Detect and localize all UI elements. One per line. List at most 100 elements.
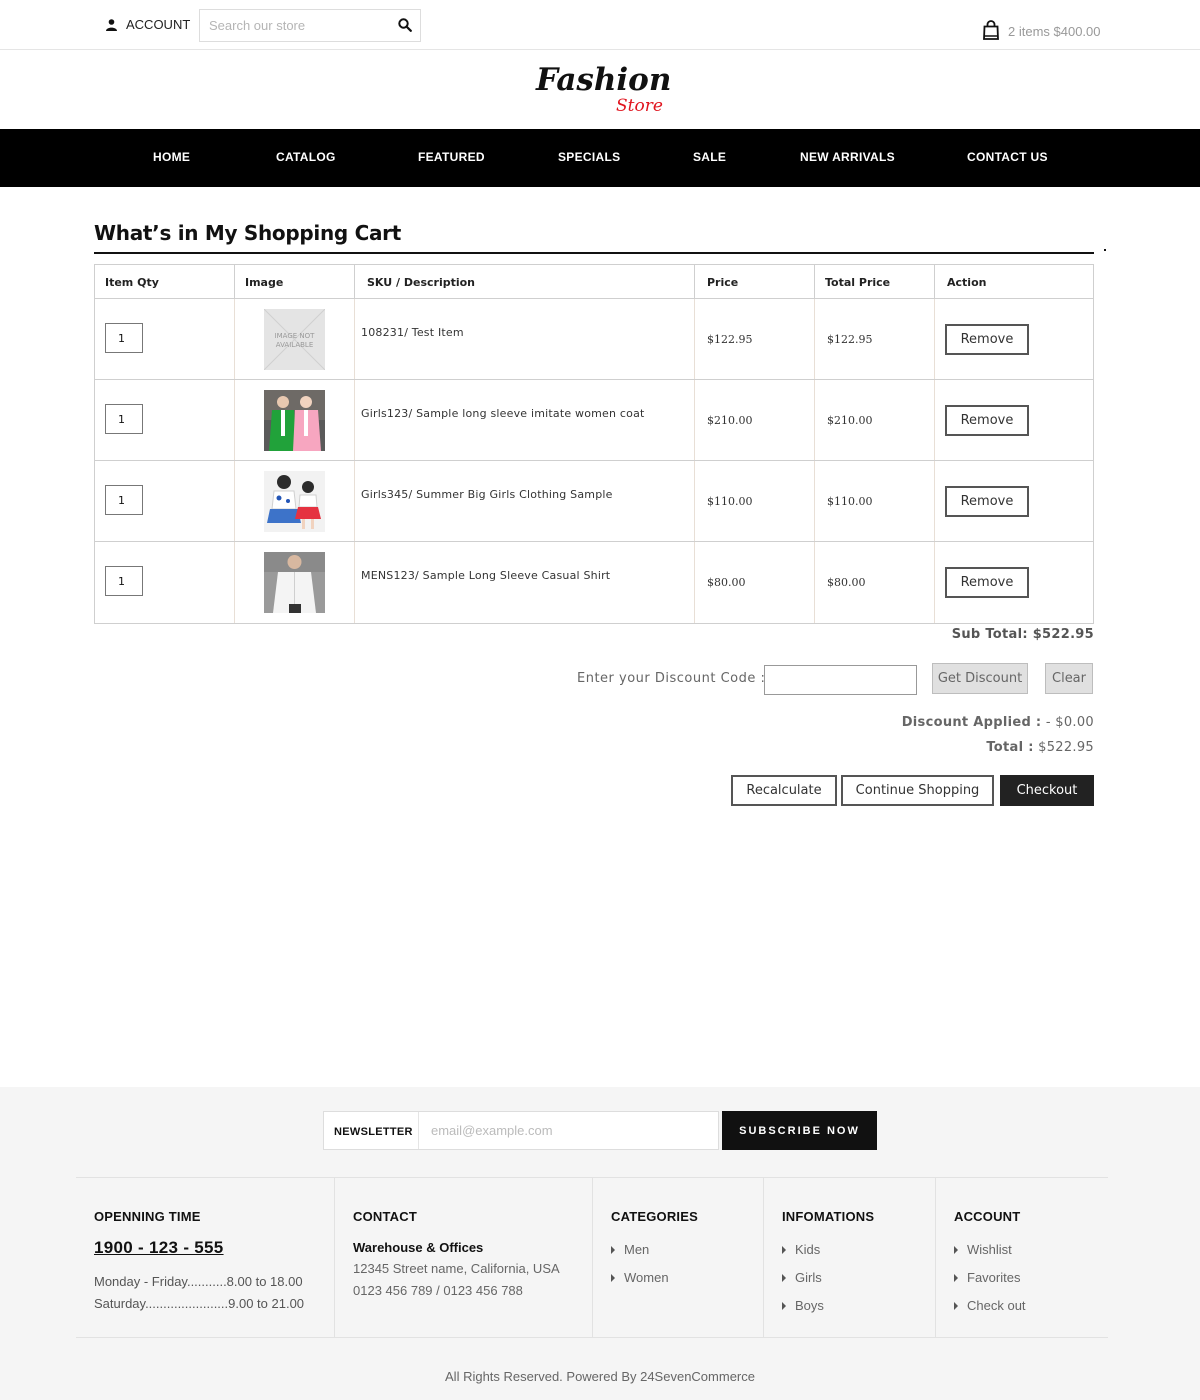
table-row: Girls123/ Sample long sleeve imitate wom… xyxy=(95,380,1093,461)
footer-link-label: Women xyxy=(624,1270,669,1285)
product-total-price: $110.00 xyxy=(827,495,873,508)
footer-column-divider xyxy=(763,1177,764,1337)
subtotal: Sub Total: $522.95 xyxy=(952,627,1094,642)
search-input[interactable] xyxy=(200,10,386,41)
product-total-price: $210.00 xyxy=(827,414,873,427)
footer-link-men[interactable]: Men xyxy=(611,1242,649,1257)
nav-home[interactable]: HOME xyxy=(153,150,190,164)
caret-right-icon xyxy=(611,1245,615,1254)
footer-link-wishlist[interactable]: Wishlist xyxy=(954,1242,1012,1257)
discount-applied-value: - $0.00 xyxy=(1045,715,1094,730)
checkout-button[interactable]: Checkout xyxy=(1000,775,1094,806)
categories-heading: CATEGORIES xyxy=(611,1209,698,1224)
newsletter-form: NEWSLETTER xyxy=(323,1111,719,1150)
account-link[interactable]: ACCOUNT xyxy=(106,17,190,32)
table-row: IMAGE NOT AVAILABLE 108231/ Test Item $1… xyxy=(95,299,1093,380)
quantity-input[interactable] xyxy=(105,404,143,434)
nav-contact-us[interactable]: CONTACT US xyxy=(967,150,1048,164)
footer-link-favorites[interactable]: Favorites xyxy=(954,1270,1020,1285)
copyright: All Rights Reserved. Powered By 24SevenC… xyxy=(445,1369,755,1384)
footer-link-girls[interactable]: Girls xyxy=(782,1270,822,1285)
footer-column-divider xyxy=(935,1177,936,1337)
column-header-price: Price xyxy=(695,265,815,298)
product-description: Girls123/ Sample long sleeve imitate wom… xyxy=(361,407,645,420)
nav-new-arrivals[interactable]: NEW ARRIVALS xyxy=(800,150,895,164)
remove-button[interactable]: Remove xyxy=(945,324,1029,355)
subscribe-button[interactable]: SUBSCRIBE NOW xyxy=(722,1111,877,1150)
product-image-placeholder: IMAGE NOT AVAILABLE xyxy=(264,309,325,370)
nav-sale[interactable]: SALE xyxy=(693,150,726,164)
caret-right-icon xyxy=(782,1301,786,1310)
column-header-total-price: Total Price xyxy=(815,265,935,298)
contact-subtitle: Warehouse & Offices xyxy=(353,1240,484,1255)
caret-right-icon xyxy=(782,1245,786,1254)
footer-column-divider xyxy=(592,1177,593,1337)
column-header-qty: Item Qty xyxy=(95,265,235,298)
discount-applied: Discount Applied : - $0.00 xyxy=(902,715,1094,730)
discount-code-label: Enter your Discount Code : xyxy=(577,671,766,686)
product-total-price: $80.00 xyxy=(827,576,866,589)
hours-saturday: Saturday.......................9.00 to 2… xyxy=(94,1296,305,1311)
total-label: Total : xyxy=(986,740,1034,755)
footer-divider xyxy=(76,1337,1108,1338)
recalculate-button[interactable]: Recalculate xyxy=(731,775,837,806)
product-image-women-coat xyxy=(264,390,325,451)
footer-link-boys[interactable]: Boys xyxy=(782,1298,824,1313)
caret-right-icon xyxy=(782,1273,786,1282)
quantity-input[interactable] xyxy=(105,566,143,596)
nav-featured[interactable]: FEATURED xyxy=(418,150,485,164)
clear-discount-button[interactable]: Clear xyxy=(1045,663,1093,694)
svg-text:IMAGE NOT: IMAGE NOT xyxy=(275,332,316,340)
caret-right-icon xyxy=(954,1301,958,1310)
footer-link-label: Check out xyxy=(967,1298,1026,1313)
footer-link-label: Favorites xyxy=(967,1270,1021,1285)
footer-link-checkout[interactable]: Check out xyxy=(954,1298,1026,1313)
table-row: MENS123/ Sample Long Sleeve Casual Shirt… xyxy=(95,542,1093,623)
column-header-action: Action xyxy=(947,276,987,289)
remove-button[interactable]: Remove xyxy=(945,567,1029,598)
footer-link-label: Men xyxy=(624,1242,650,1257)
product-price: $122.95 xyxy=(707,333,753,346)
search-box xyxy=(199,9,421,42)
product-price: $80.00 xyxy=(707,576,746,589)
caret-right-icon xyxy=(611,1273,615,1282)
newsletter-label: NEWSLETTER xyxy=(334,1126,413,1138)
product-description: MENS123/ Sample Long Sleeve Casual Shirt xyxy=(361,569,611,582)
footer-link-label: Kids xyxy=(795,1242,821,1257)
fashion-store-logo[interactable]: Fashion Store xyxy=(530,58,670,118)
get-discount-button[interactable]: Get Discount xyxy=(932,663,1028,694)
newsletter-email-input[interactable] xyxy=(418,1112,718,1149)
shopping-bag-icon xyxy=(983,20,999,40)
footer-link-kids[interactable]: Kids xyxy=(782,1242,820,1257)
search-icon[interactable] xyxy=(398,18,412,32)
column-header-image: Image xyxy=(235,265,355,298)
quantity-input[interactable] xyxy=(105,323,143,353)
mini-cart[interactable]: 2 items $400.00 xyxy=(983,20,1101,40)
mini-cart-summary: 2 items $400.00 xyxy=(1008,24,1101,39)
remove-button[interactable]: Remove xyxy=(945,405,1029,436)
contact-address: 12345 Street name, California, USA xyxy=(353,1261,560,1276)
opening-time-heading: OPENNING TIME xyxy=(94,1209,201,1224)
product-description: Girls345/ Summer Big Girls Clothing Samp… xyxy=(361,488,613,501)
phone-number[interactable]: 1900 - 123 - 555 xyxy=(94,1238,224,1258)
nav-catalog[interactable]: CATALOG xyxy=(276,150,336,164)
continue-shopping-button[interactable]: Continue Shopping xyxy=(841,775,994,806)
remove-button[interactable]: Remove xyxy=(945,486,1029,517)
cart-table: Item Qty Image SKU / Description Price T… xyxy=(94,264,1094,624)
footer-link-women[interactable]: Women xyxy=(611,1270,669,1285)
footer-column-divider xyxy=(334,1177,335,1337)
title-divider xyxy=(94,252,1094,254)
table-header: Item Qty Image SKU / Description Price T… xyxy=(95,265,1093,299)
product-price: $110.00 xyxy=(707,495,753,508)
product-image-girls-clothing xyxy=(264,471,325,532)
product-total-price: $122.95 xyxy=(827,333,873,346)
discount-code-input[interactable] xyxy=(764,665,917,695)
product-price: $210.00 xyxy=(707,414,753,427)
svg-text:AVAILABLE: AVAILABLE xyxy=(276,341,314,349)
account-label: ACCOUNT xyxy=(126,17,191,32)
caret-right-icon xyxy=(954,1273,958,1282)
product-image-mens-shirt xyxy=(264,552,325,613)
footer: NEWSLETTER SUBSCRIBE NOW OPENNING TIME 1… xyxy=(0,1087,1200,1400)
nav-specials[interactable]: SPECIALS xyxy=(558,150,620,164)
quantity-input[interactable] xyxy=(105,485,143,515)
